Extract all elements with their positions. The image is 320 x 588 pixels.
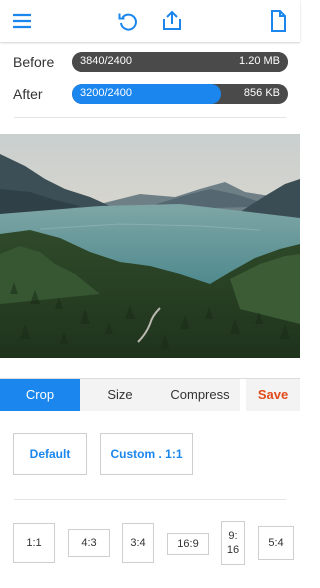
image-preview[interactable]	[0, 134, 300, 358]
tab-crop[interactable]: Crop	[0, 379, 80, 411]
edit-tabs: Crop Size Compress Save	[0, 378, 300, 411]
ratio-4-3-button[interactable]: 4:3	[68, 529, 110, 557]
tab-compress[interactable]: Compress	[160, 379, 240, 411]
after-row: After 3200/2400 856 KB	[0, 84, 300, 106]
ratio-9-16-button[interactable]: 9: 16	[221, 521, 245, 565]
ratio-16-9-button[interactable]: 16:9	[167, 533, 209, 555]
divider	[14, 499, 286, 500]
after-dimensions: 3200/2400	[80, 87, 132, 99]
before-size-bar: 3840/2400 1.20 MB	[72, 52, 288, 72]
top-toolbar	[0, 0, 300, 42]
tab-size[interactable]: Size	[80, 379, 160, 411]
before-dimensions: 3840/2400	[80, 55, 132, 67]
divider	[14, 117, 286, 118]
file-icon[interactable]	[266, 9, 290, 33]
after-file-size: 856 KB	[243, 87, 280, 99]
rotate-icon[interactable]	[116, 9, 140, 33]
before-row: Before 3840/2400 1.20 MB	[0, 52, 300, 74]
share-icon[interactable]	[160, 9, 184, 33]
ratio-3-4-button[interactable]: 3:4	[122, 523, 154, 563]
default-crop-button[interactable]: Default	[13, 433, 87, 475]
ratio-5-4-button[interactable]: 5:4	[258, 526, 294, 560]
before-label: Before	[13, 54, 55, 70]
save-button[interactable]: Save	[246, 379, 300, 411]
after-size-bar: 3200/2400 856 KB	[72, 84, 288, 104]
before-file-size: 1.20 MB	[239, 55, 280, 67]
custom-crop-button[interactable]: Custom . 1:1	[100, 433, 193, 475]
menu-icon[interactable]	[10, 9, 34, 33]
ratio-1-1-button[interactable]: 1:1	[13, 523, 55, 563]
after-label: After	[13, 86, 43, 102]
